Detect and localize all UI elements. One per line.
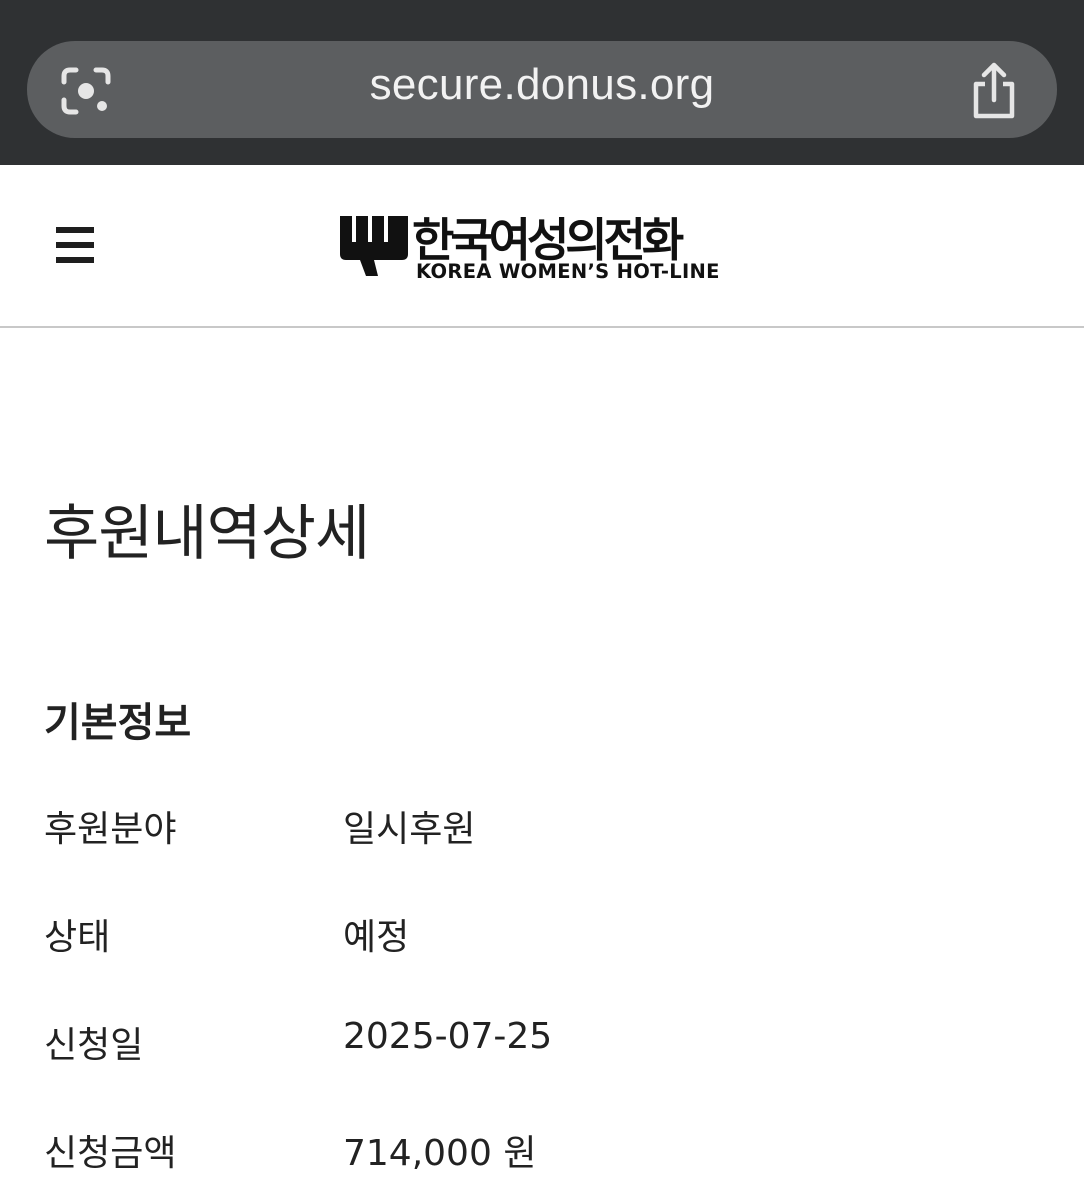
info-row-status: 상태 예정 xyxy=(44,908,1044,958)
url-text[interactable]: secure.donus.org xyxy=(0,60,1084,110)
site-header: 한국여성의전화 KOREA WOMEN’S HOT-LINE xyxy=(0,165,1084,328)
info-value: 714,000 원 xyxy=(343,1133,537,1174)
share-icon[interactable] xyxy=(968,62,1020,120)
site-logo[interactable]: 한국여성의전화 KOREA WOMEN’S HOT-LINE xyxy=(338,208,748,288)
logo-english-name: KOREA WOMEN’S HOT-LINE xyxy=(416,260,720,283)
info-value: 일시후원 xyxy=(343,809,476,850)
info-label: 신청일 xyxy=(44,1025,144,1066)
info-label: 후원분야 xyxy=(44,809,177,850)
info-label: 상태 xyxy=(44,917,111,958)
info-label: 신청금액 xyxy=(44,1133,177,1174)
page-title: 후원내역상세 xyxy=(44,499,370,569)
info-row-application-date: 신청일 2025-07-25 xyxy=(44,1016,1044,1066)
section-title-basic-info: 기본정보 xyxy=(44,700,192,746)
info-value: 2025-07-25 xyxy=(343,1016,553,1057)
fist-logo-icon xyxy=(338,214,410,278)
info-value: 예정 xyxy=(343,917,410,958)
hamburger-menu-icon[interactable] xyxy=(56,227,94,263)
info-row-donation-type: 후원분야 일시후원 xyxy=(44,800,1044,850)
browser-toolbar: secure.donus.org xyxy=(0,0,1084,165)
info-row-application-amount: 신청금액 714,000 원 xyxy=(44,1124,1044,1174)
